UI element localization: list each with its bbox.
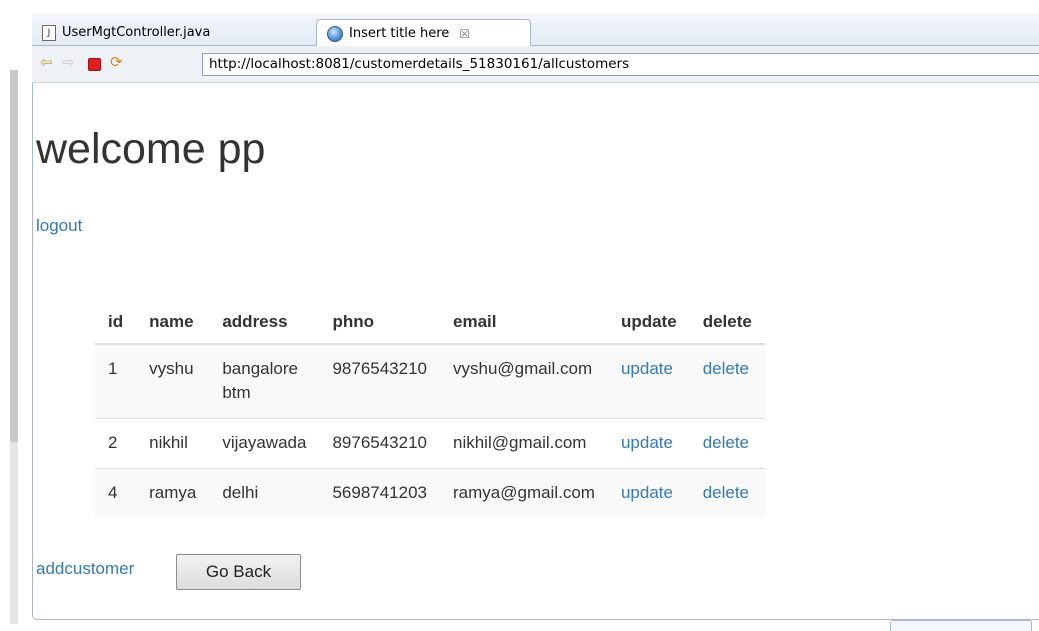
forward-arrow-icon[interactable]: ⇨ — [62, 55, 75, 71]
cell-delete: delete — [689, 468, 765, 518]
cell-address: bangalore btm — [209, 343, 320, 419]
customers-table: id name address phno email update delete… — [95, 299, 765, 518]
table-header-row: id name address phno email update delete — [95, 299, 765, 345]
tab-label: Insert title here — [349, 26, 450, 41]
globe-icon — [327, 25, 343, 42]
cell-id: 4 — [95, 468, 137, 518]
cell-address: delhi — [209, 468, 320, 518]
address-line-2: btm — [222, 383, 251, 402]
tab-insert-title[interactable]: Insert title here ☒ — [316, 19, 531, 47]
cell-email: vyshu@gmail.com — [440, 343, 608, 419]
go-back-button[interactable]: Go Back — [176, 554, 301, 590]
delete-link[interactable]: delete — [703, 359, 749, 378]
tab-label: UserMgtController.java — [62, 25, 211, 40]
table-row: 4 ramya delhi 5698741203 ramya@gmail.com… — [95, 468, 765, 518]
refresh-icon[interactable]: ⟳ — [110, 55, 123, 71]
tab-usermgtcontroller[interactable]: J UserMgtController.java — [38, 20, 306, 45]
header-name: name — [136, 299, 210, 345]
header-update: update — [607, 299, 690, 345]
cell-address: vijayawada — [209, 418, 320, 469]
header-email: email — [440, 299, 608, 345]
header-phno: phno — [319, 299, 440, 345]
stop-icon[interactable] — [88, 58, 101, 71]
address-line-1: bangalore — [222, 359, 298, 378]
cell-phno: 8976543210 — [319, 418, 440, 469]
update-link[interactable]: update — [621, 433, 673, 452]
back-arrow-icon[interactable]: ⇦ — [40, 55, 53, 71]
cell-update: update — [607, 418, 690, 469]
table-row: 2 nikhil vijayawada 8976543210 nikhil@gm… — [95, 418, 765, 469]
gutter-scroll-thumb[interactable] — [10, 70, 18, 442]
header-address: address — [209, 299, 320, 345]
logout-link[interactable]: logout — [36, 216, 82, 236]
browser-toolbar: ⇦ ⇨ ⟳ http://localhost:8081/customerdeta… — [32, 46, 1039, 83]
addcustomer-link[interactable]: addcustomer — [36, 559, 134, 579]
cell-delete: delete — [689, 418, 765, 469]
gutter-track — [10, 442, 18, 624]
delete-link[interactable]: delete — [703, 483, 749, 502]
cell-id: 2 — [95, 418, 137, 469]
cell-email: ramya@gmail.com — [440, 468, 608, 518]
cell-update: update — [607, 343, 690, 419]
ide-left-gutter — [0, 0, 32, 624]
cell-phno: 5698741203 — [319, 468, 440, 518]
editor-tab-bar: J UserMgtController.java Insert title he… — [32, 14, 1039, 47]
header-delete: delete — [689, 299, 765, 345]
cell-name: ramya — [136, 468, 210, 518]
table-row: 1 vyshu bangalore btm 9876543210 vyshu@g… — [95, 343, 765, 419]
delete-link[interactable]: delete — [703, 433, 749, 452]
update-link[interactable]: update — [621, 359, 673, 378]
welcome-heading: welcome pp — [36, 125, 266, 173]
cell-email: nikhil@gmail.com — [440, 418, 608, 469]
cell-name: vyshu — [136, 343, 210, 419]
update-link[interactable]: update — [621, 483, 673, 502]
close-tab-icon[interactable]: ☒ — [459, 27, 470, 41]
cell-delete: delete — [689, 343, 765, 419]
cell-id: 1 — [95, 343, 137, 419]
cell-update: update — [607, 468, 690, 518]
cell-name: nikhil — [136, 418, 210, 469]
bottom-panel-tab[interactable] — [890, 620, 1032, 631]
header-id: id — [95, 299, 137, 345]
java-file-icon: J — [42, 24, 56, 41]
cell-phno: 9876543210 — [319, 343, 440, 419]
url-bar[interactable]: http://localhost:8081/customerdetails_51… — [202, 53, 1039, 76]
